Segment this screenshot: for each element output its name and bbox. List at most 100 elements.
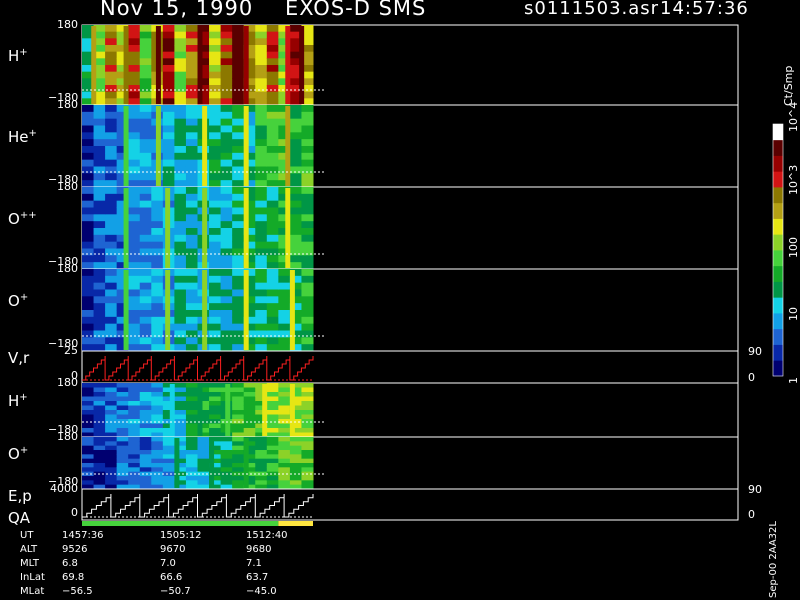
- spectrogram-cell: [151, 454, 164, 460]
- spectrogram-cell: [128, 152, 141, 161]
- spectrogram-cell: [232, 51, 245, 59]
- spectrogram-cell: [301, 467, 314, 473]
- spectrogram-cell: [162, 471, 175, 477]
- spectrogram-cell: [266, 78, 279, 86]
- spectrogram-cell: [93, 316, 106, 325]
- spectrogram-plot: [81, 24, 784, 526]
- spectrogram-cell: [232, 383, 245, 388]
- spectrogram-cell: [220, 85, 233, 93]
- spectrogram-band: [165, 270, 171, 350]
- spectrogram-cell: [185, 269, 198, 277]
- spectrogram-cell: [93, 310, 106, 318]
- spectrogram-cell: [232, 441, 245, 447]
- ephemeris-value: 9670: [160, 544, 186, 555]
- spectrogram-cell: [139, 111, 152, 120]
- spectrogram-cell: [266, 392, 279, 397]
- spectrogram-cell: [289, 262, 302, 270]
- spectrogram-cell: [255, 467, 268, 473]
- spectrogram-band: [165, 188, 171, 268]
- spectrogram-cell: [243, 410, 256, 415]
- spectrogram-cell: [255, 152, 268, 161]
- spectrogram-cell: [278, 303, 291, 311]
- spectrogram-cell: [82, 200, 95, 208]
- spectrogram-cell: [105, 214, 118, 222]
- spectrogram-cell: [185, 248, 198, 256]
- spectrogram-cell: [82, 396, 95, 402]
- qa-label: QA: [8, 509, 31, 527]
- spectrogram-cell: [209, 139, 222, 147]
- spectrogram-cell: [220, 152, 233, 161]
- spectrogram-cell: [289, 463, 302, 468]
- spectrogram-cell: [209, 383, 222, 388]
- spectrogram-cell: [232, 180, 245, 188]
- spectrogram-cell: [278, 480, 291, 486]
- spectrogram-cell: [266, 152, 279, 161]
- spectrogram-cell: [151, 423, 164, 429]
- spectrogram-cell: [105, 463, 118, 468]
- spectrogram-cell: [128, 25, 141, 33]
- spectrogram-cell: [174, 146, 187, 154]
- colorbar-swatch: [773, 265, 783, 282]
- spectrogram-cell: [301, 166, 314, 174]
- spectrogram-cell: [278, 392, 291, 397]
- spectrogram-cell: [301, 463, 314, 468]
- spectrogram-cell: [185, 125, 198, 133]
- spectrogram-cell: [139, 78, 152, 86]
- spectrogram-cell: [185, 228, 198, 236]
- spectrogram-cell: [232, 98, 245, 106]
- spectrogram-cell: [289, 234, 302, 243]
- spectrogram-cell: [128, 323, 141, 331]
- spectrogram-cell: [209, 146, 222, 154]
- spectrogram-cell: [174, 330, 187, 338]
- spectrogram-cell: [301, 207, 314, 215]
- spectrogram-cell: [209, 45, 222, 53]
- spectrogram-cell: [232, 65, 245, 73]
- panel-label: O+: [8, 292, 29, 310]
- spectrogram-cell: [128, 269, 141, 277]
- spectrogram-cell: [174, 38, 187, 46]
- spectrogram-cell: [278, 423, 291, 429]
- spectrogram-cell: [255, 207, 268, 215]
- spectrogram-cell: [220, 71, 233, 79]
- spectrogram-cell: [139, 316, 152, 325]
- spectrogram-cell: [220, 146, 233, 154]
- spectrogram-band: [285, 188, 291, 268]
- spectrogram-cell: [93, 152, 106, 161]
- spectrogram-cell: [93, 111, 106, 120]
- spectrogram-cell: [232, 289, 245, 297]
- spectrogram-cell: [174, 410, 187, 415]
- spectrogram-cell: [266, 437, 279, 442]
- spectrogram-cell: [232, 221, 245, 229]
- spectrogram-cell: [174, 316, 187, 325]
- spectrogram-cell: [139, 467, 152, 473]
- spectrogram-cell: [185, 428, 198, 433]
- spectrogram-cell: [301, 437, 314, 442]
- spectrogram-cell: [289, 221, 302, 229]
- spectrogram-cell: [162, 118, 175, 126]
- spectrogram-cell: [174, 166, 187, 174]
- spectrogram-cell: [139, 65, 152, 73]
- spectrogram-cell: [93, 255, 106, 263]
- spectrogram-cell: [209, 31, 222, 39]
- spectrogram-cell: [301, 405, 314, 411]
- spectrogram-cell: [255, 228, 268, 236]
- spectrogram-cell: [151, 450, 164, 455]
- spectrogram-cell: [139, 207, 152, 215]
- spectrogram-cell: [82, 180, 95, 188]
- spectrogram-cell: [162, 159, 175, 167]
- spectrogram-cell: [301, 476, 314, 481]
- spectrogram-cell: [105, 180, 118, 188]
- spectrogram-cell: [185, 423, 198, 429]
- spectrogram-cell: [151, 262, 164, 270]
- spectrogram-cell: [116, 428, 129, 433]
- spectrogram-band: [123, 26, 129, 104]
- spectrogram-cell: [209, 228, 222, 236]
- ephemeris-value: 1505:12: [160, 530, 202, 541]
- ephemeris-value: −56.5: [62, 586, 93, 597]
- spectrogram-cell: [243, 387, 256, 393]
- spectrogram-cell: [278, 269, 291, 277]
- spectrogram-band: [197, 384, 203, 436]
- spectrogram-cell: [139, 228, 152, 236]
- spectrogram-cell: [162, 480, 175, 486]
- spectrogram-cell: [93, 275, 106, 284]
